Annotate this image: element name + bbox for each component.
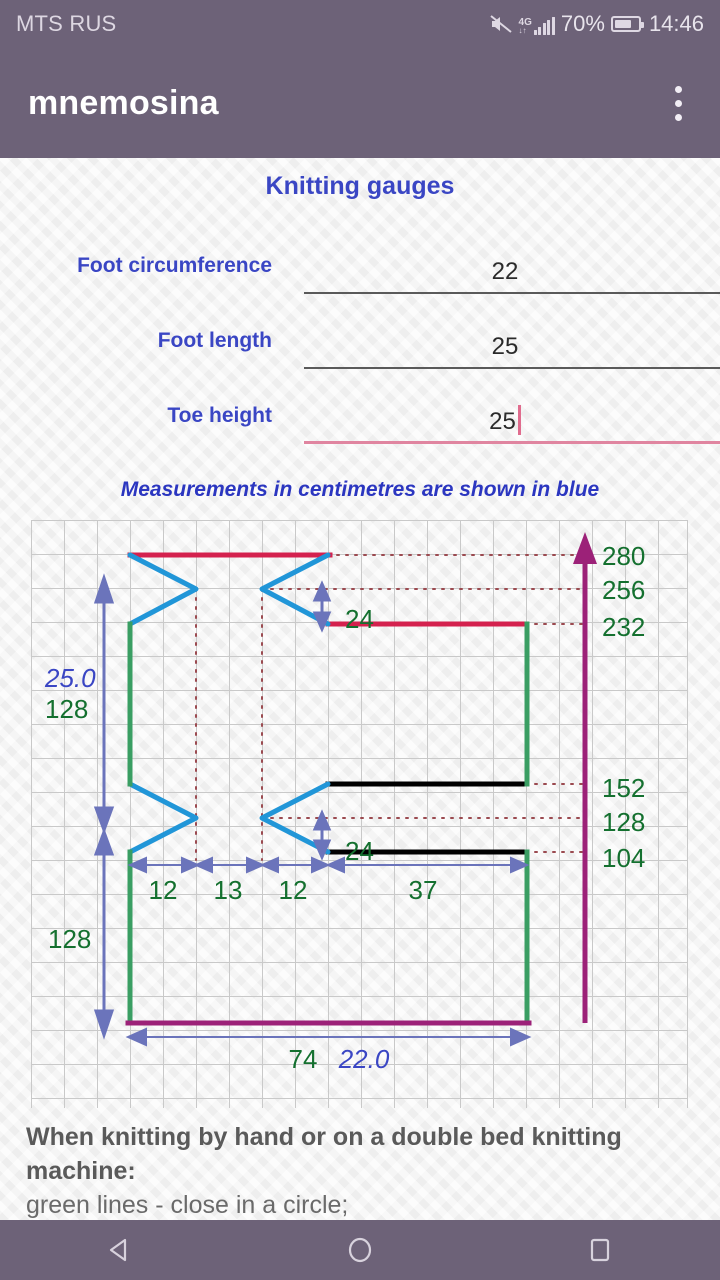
signal-bars-icon xyxy=(533,17,555,35)
input-foot-length[interactable]: 25 xyxy=(290,317,720,369)
row-label-256: 256 xyxy=(602,575,645,605)
status-bar: MTS RUS 4G ↓↑ 70% 14:46 xyxy=(0,0,720,48)
left-labels: 25.0 128 128 xyxy=(44,663,96,954)
status-icons: 4G ↓↑ 70% 14:46 xyxy=(489,11,704,37)
recents-square-icon xyxy=(590,1238,610,1262)
clock-label: 14:46 xyxy=(648,11,704,36)
underline-foot-circumference xyxy=(304,292,720,294)
gauges-form: Foot circumference 22 Foot length 25 Toe… xyxy=(0,219,720,444)
label-foot-length: Foot length xyxy=(157,329,272,352)
value-toe-height-text: 25 xyxy=(489,408,516,435)
row-label-232: 232 xyxy=(602,612,645,642)
underline-foot-length xyxy=(304,367,720,369)
app-title: mnemosina xyxy=(28,83,219,122)
units-note: Measurements in centimetres are shown in… xyxy=(120,478,600,501)
content-area: Knitting gauges Foot circumference 22 Fo… xyxy=(0,158,720,1220)
phone-screen: MTS RUS 4G ↓↑ 70% 14:46 mnemosina Knitti… xyxy=(0,0,720,1280)
row-label-104: 104 xyxy=(602,843,645,873)
leg-rows-label: 128 xyxy=(48,924,91,954)
instructions-line-1: When knitting by hand or on a double bed… xyxy=(26,1123,622,1151)
network-type-icon: 4G ↓↑ xyxy=(519,13,555,35)
text-caret xyxy=(517,405,521,435)
label-toe-height: Toe height xyxy=(167,404,272,427)
back-button[interactable] xyxy=(60,1220,180,1280)
total-height-arrow xyxy=(573,532,597,1023)
navigation-bar xyxy=(0,1220,720,1280)
row-label-128: 128 xyxy=(602,807,645,837)
overflow-menu-icon[interactable] xyxy=(665,74,692,133)
foot-length-rows-label: 128 xyxy=(45,694,88,724)
row-label-152: 152 xyxy=(602,773,645,803)
back-triangle-icon xyxy=(109,1238,127,1262)
label-foot-circumference: Foot circumference xyxy=(77,254,272,277)
value-toe-height: 25 xyxy=(290,399,720,436)
field-toe-height: Toe height 25 xyxy=(0,369,720,444)
input-toe-height[interactable]: 25 xyxy=(290,392,720,444)
underline-toe-height xyxy=(304,441,720,444)
sock-schematic: 280 256 232 152 128 104 25.0 128 128 24 … xyxy=(0,520,720,1120)
segment-label-1: 12 xyxy=(149,875,178,905)
total-width-stitches-label: 74 xyxy=(289,1044,318,1074)
segment-label-2: 13 xyxy=(214,875,243,905)
carrier-label: MTS RUS xyxy=(16,11,117,36)
row-label-280: 280 xyxy=(602,541,645,571)
value-foot-length: 25 xyxy=(491,333,519,360)
network-activity-label: ↓↑ xyxy=(518,26,527,35)
field-foot-length: Foot length 25 xyxy=(0,294,720,369)
instructions-line-2: machine: xyxy=(26,1157,136,1185)
field-foot-circumference: Foot circumference 22 xyxy=(0,219,720,294)
home-circle-icon xyxy=(348,1237,372,1263)
segment-label-4: 37 xyxy=(409,875,438,905)
instructions-line-3: green lines - close in a circle; xyxy=(26,1191,349,1219)
battery-percent-label: 70% xyxy=(560,11,605,36)
guide-lines xyxy=(261,554,586,853)
mute-icon xyxy=(489,14,513,34)
foot-length-cm-label: 25.0 xyxy=(44,663,96,693)
row-labels: 280 256 232 152 128 104 xyxy=(602,541,645,873)
value-foot-circumference: 22 xyxy=(491,258,519,285)
total-width-labels: 74 22.0 xyxy=(289,1044,390,1074)
toe-height-label-bottom: 24 xyxy=(345,836,374,866)
schematic-svg: 280 256 232 152 128 104 25.0 128 128 24 … xyxy=(31,520,688,1108)
toe-height-label-top: 24 xyxy=(345,604,374,634)
foot-length-dimension xyxy=(93,573,115,1040)
recents-button[interactable] xyxy=(540,1220,660,1280)
input-foot-circumference[interactable]: 22 xyxy=(290,242,720,294)
segment-label-3: 12 xyxy=(279,875,308,905)
app-bar: mnemosina xyxy=(0,48,720,158)
total-width-cm-label: 22.0 xyxy=(338,1044,390,1074)
battery-icon xyxy=(610,16,644,32)
instructions-text: When knitting by hand or on a double bed… xyxy=(0,1106,720,1222)
home-button[interactable] xyxy=(300,1220,420,1280)
page-title: Knitting gauges xyxy=(265,172,455,200)
